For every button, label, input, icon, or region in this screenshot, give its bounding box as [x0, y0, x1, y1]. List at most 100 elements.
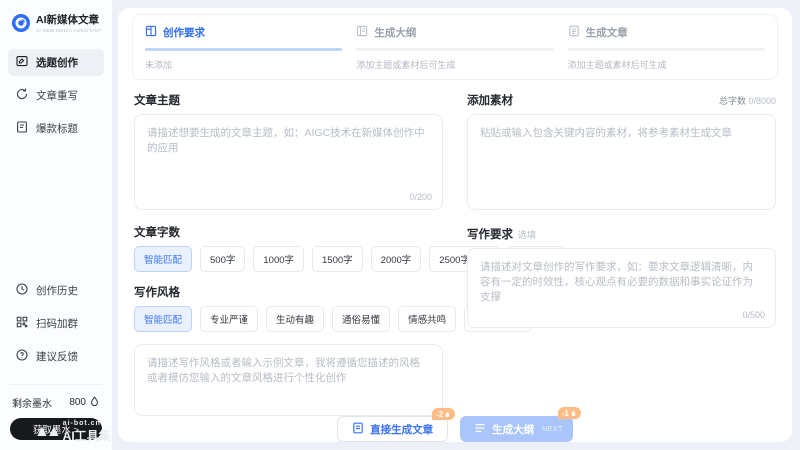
ink-drop-icon [89, 396, 100, 410]
material-total-label: 总字数 [719, 96, 746, 106]
generate-article-button[interactable]: 直接生成文章 -2 [337, 416, 448, 442]
app-window: AI新媒体文章 AI NEW MEDIA ASSISTANT 选题创作 文章重写… [0, 0, 800, 450]
stepper: 创作要求 未添加 生成大纲 添加主题或素材后可生成 生成文章 添加主 [132, 14, 778, 80]
step-progress-bar [356, 48, 553, 51]
sidebar-item-label: 建议反馈 [36, 349, 78, 364]
sidebar-spacer [8, 148, 104, 277]
material-heading: 添加素材 总字数 0/8000 [467, 92, 776, 108]
topic-input-box: 0/200 [134, 114, 443, 210]
word-count-options: 智能匹配 500字 1000字 1500字 2000字 2500字以上 输入字数 [134, 246, 443, 272]
requirement-counter: 0/500 [742, 310, 765, 320]
style-options: 智能匹配 专业严谨 生动有趣 通俗易懂 情感共鸣 个性化风格 [134, 306, 443, 332]
step-generate-article[interactable]: 生成文章 添加主题或素材后可生成 [568, 25, 765, 71]
topic-counter: 0/200 [409, 192, 432, 202]
sidebar-item-label: 选题创作 [36, 55, 78, 70]
generate-outline-label: 生成大纲 [492, 422, 534, 437]
document-star-icon [16, 121, 28, 136]
question-circle-icon [16, 349, 28, 364]
sidebar-divider [10, 384, 102, 385]
style-textarea[interactable] [135, 345, 442, 415]
app-logo-icon [12, 14, 30, 32]
sidebar-item-label: 爆款标题 [36, 121, 78, 136]
requirement-optional-tag: 选填 [518, 228, 536, 241]
material-input-box [467, 114, 776, 210]
ink-balance-value: 800 [69, 397, 86, 408]
requirement-heading-label: 写作要求 [467, 226, 513, 242]
rewrite-icon [16, 88, 28, 103]
style-input-box [134, 344, 443, 416]
step-progress-bar [568, 48, 765, 51]
material-total-counter: 0/8000 [748, 96, 776, 106]
sidebar-item-label: 文章重写 [36, 88, 78, 103]
left-column: 文章主题 0/200 文章字数 智能匹配 500字 1000字 1500字 20… [134, 92, 443, 416]
clock-icon [16, 283, 28, 298]
ink-balance-row: 剩余墨水 800 [8, 395, 104, 410]
style-chip-plain[interactable]: 通俗易懂 [332, 306, 390, 332]
sidebar: AI新媒体文章 AI NEW MEDIA ASSISTANT 选题创作 文章重写… [0, 0, 112, 450]
word-count-chip-1000[interactable]: 1000字 [253, 246, 304, 272]
document-icon [568, 25, 580, 40]
sidebar-item-topic-creation[interactable]: 选题创作 [8, 49, 104, 76]
qr-code-icon [16, 316, 28, 331]
generate-article-label: 直接生成文章 [370, 422, 433, 437]
step-creation-requirements[interactable]: 创作要求 未添加 [145, 25, 342, 71]
app-title: AI新媒体文章 [36, 12, 102, 27]
style-chip-emotional[interactable]: 情感共鸣 [398, 306, 456, 332]
word-count-chip-2000[interactable]: 2000字 [371, 246, 422, 272]
document-icon [352, 422, 364, 437]
requirement-heading: 写作要求 选填 [467, 226, 776, 242]
ink-balance-label: 剩余墨水 [12, 395, 69, 410]
sidebar-item-feedback[interactable]: 建议反馈 [8, 343, 104, 370]
step-subtitle: 添加主题或素材后可生成 [356, 58, 553, 71]
edit-square-icon [16, 55, 28, 70]
main-wrap: 创作要求 未添加 生成大纲 添加主题或素材后可生成 生成文章 添加主 [112, 0, 800, 450]
get-ink-button[interactable]: 获取墨水 > [10, 418, 102, 440]
style-chip-smart[interactable]: 智能匹配 [134, 306, 192, 332]
ink-cost-value: -1 [562, 409, 569, 418]
app-subtitle: AI NEW MEDIA ASSISTANT [36, 28, 102, 33]
form-content: 文章主题 0/200 文章字数 智能匹配 500字 1000字 1500字 20… [118, 84, 792, 416]
word-count-heading-label: 文章字数 [134, 224, 180, 240]
sidebar-item-label: 创作历史 [36, 283, 78, 298]
brand: AI新媒体文章 AI NEW MEDIA ASSISTANT [8, 12, 104, 33]
style-chip-vivid[interactable]: 生动有趣 [266, 306, 324, 332]
brand-text: AI新媒体文章 AI NEW MEDIA ASSISTANT [36, 12, 102, 33]
sidebar-item-article-rewrite[interactable]: 文章重写 [8, 82, 104, 109]
right-column: 添加素材 总字数 0/8000 写作要求 选填 0/500 [467, 92, 776, 416]
requirement-input-box: 0/500 [467, 248, 776, 328]
generate-outline-button[interactable]: 生成大纲 NEXT -1 [460, 416, 573, 442]
topic-heading-label: 文章主题 [134, 92, 180, 108]
main-panel: 创作要求 未添加 生成大纲 添加主题或素材后可生成 生成文章 添加主 [118, 8, 792, 442]
step-subtitle: 添加主题或素材后可生成 [568, 58, 765, 71]
material-textarea[interactable] [468, 115, 775, 209]
ink-cost-badge: -1 [558, 407, 581, 419]
material-total-count: 总字数 0/8000 [719, 94, 776, 107]
ink-cost-badge: -2 [432, 408, 455, 420]
word-count-chip-1500[interactable]: 1500字 [312, 246, 363, 272]
style-heading: 写作风格 [134, 284, 443, 300]
sidebar-item-label: 扫码加群 [36, 316, 78, 331]
ink-cost-value: -2 [436, 410, 443, 419]
requirement-textarea[interactable] [468, 249, 775, 327]
sidebar-item-history[interactable]: 创作历史 [8, 277, 104, 304]
next-label: NEXT [542, 426, 563, 433]
step-subtitle: 未添加 [145, 58, 342, 71]
sidebar-item-hot-title[interactable]: 爆款标题 [8, 115, 104, 142]
word-count-chip-smart[interactable]: 智能匹配 [134, 246, 192, 272]
topic-heading: 文章主题 [134, 92, 443, 108]
outline-icon [356, 25, 368, 40]
material-heading-label: 添加素材 [467, 92, 513, 108]
step-generate-outline[interactable]: 生成大纲 添加主题或素材后可生成 [356, 25, 553, 71]
style-chip-professional[interactable]: 专业严谨 [200, 306, 258, 332]
topic-textarea[interactable] [135, 115, 442, 209]
step-title: 生成大纲 [374, 25, 416, 40]
form-icon [145, 25, 157, 40]
style-heading-label: 写作风格 [134, 284, 180, 300]
footer-actions: 直接生成文章 -2 生成大纲 NEXT -1 [118, 416, 792, 448]
step-title: 生成文章 [586, 25, 628, 40]
list-icon [474, 422, 486, 437]
sidebar-item-qr-group[interactable]: 扫码加群 [8, 310, 104, 337]
step-progress-bar [145, 48, 342, 51]
step-title: 创作要求 [163, 25, 205, 40]
word-count-chip-500[interactable]: 500字 [200, 246, 245, 272]
